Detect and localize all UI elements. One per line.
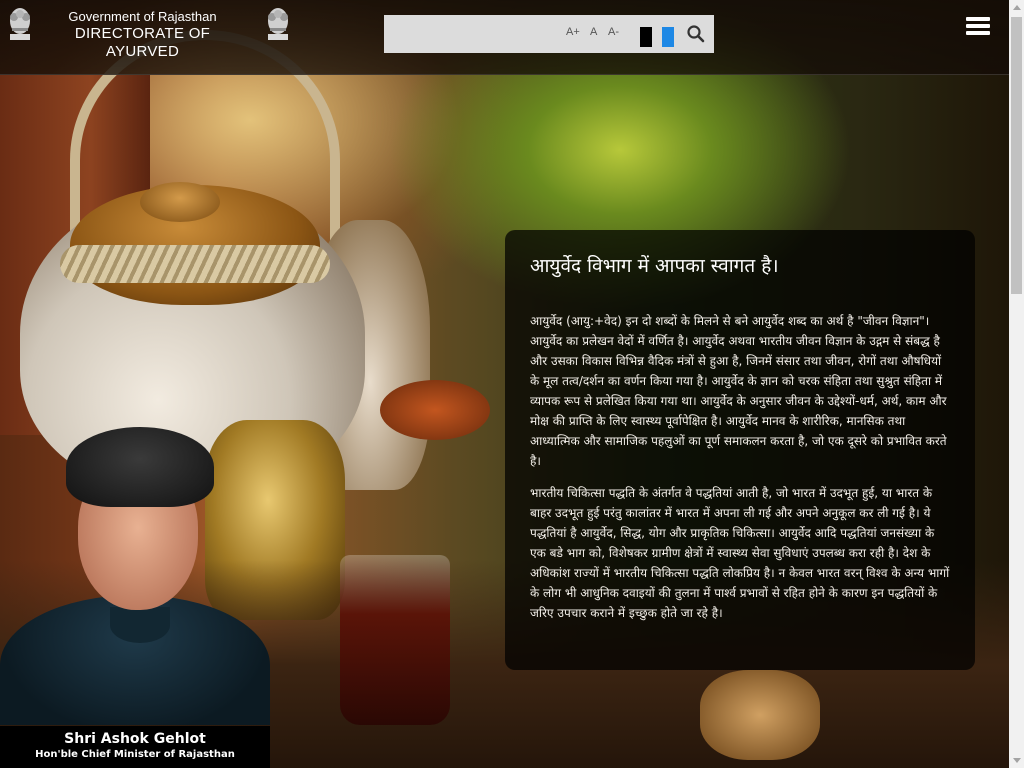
welcome-paragraph: आयुर्वेद (आयु:+वेद) इन दो शब्दों के मिलन…	[530, 314, 947, 468]
scrollbar-thumb[interactable]	[1011, 17, 1022, 294]
scroll-up-arrow-icon[interactable]	[1009, 0, 1024, 15]
site-brand[interactable]: Government of Rajasthan DIRECTORATE OF A…	[40, 9, 245, 61]
portrait-collar	[110, 607, 170, 643]
hamburger-menu-icon[interactable]	[966, 17, 990, 39]
chief-minister-caption: Shri Ashok Gehlot Hon'ble Chief Minister…	[0, 726, 270, 768]
font-normal-button[interactable]: A	[590, 26, 597, 38]
cm-designation: Hon'ble Chief Minister of Rajasthan	[35, 749, 235, 760]
state-emblem-icon	[268, 8, 288, 40]
site-header: Government of Rajasthan DIRECTORATE OF A…	[0, 0, 1009, 75]
jar-lid	[140, 182, 220, 222]
welcome-paragraph: भारतीय चिकित्सा पद्धति के अंतर्गत वे पद्…	[530, 486, 950, 620]
menu-bar	[966, 24, 990, 28]
portrait-hair	[66, 427, 214, 507]
font-increase-button[interactable]: A+	[566, 26, 580, 38]
page-scrollbar[interactable]	[1009, 0, 1024, 768]
search-icon[interactable]	[686, 24, 706, 44]
state-emblem-icon[interactable]	[6, 4, 34, 44]
tea-glass	[340, 555, 450, 725]
cm-name: Shri Ashok Gehlot	[64, 731, 206, 747]
spice-bowl	[380, 380, 490, 440]
welcome-panel: आयुर्वेद विभाग में आपका स्वागत है। आयुर्…	[505, 230, 975, 670]
org-directorate-name: DIRECTORATE OF AYURVED	[74, 25, 211, 60]
menu-bar	[966, 17, 990, 21]
search-input[interactable]	[384, 15, 556, 53]
accessibility-search-toolbar: A+ A A-	[384, 15, 714, 53]
nutmeg	[700, 670, 820, 760]
jar-rope	[60, 245, 330, 283]
font-decrease-button[interactable]: A-	[608, 26, 619, 38]
menu-bar	[966, 31, 990, 35]
contrast-blue-button[interactable]	[662, 27, 674, 47]
org-government-name: Government of Rajasthan	[68, 9, 217, 24]
contrast-dark-button[interactable]	[640, 27, 652, 47]
chief-minister-portrait	[0, 425, 270, 725]
scroll-down-arrow-icon[interactable]	[1009, 753, 1024, 768]
welcome-title: आयुर्वेद विभाग में आपका स्वागत है।	[530, 255, 779, 277]
